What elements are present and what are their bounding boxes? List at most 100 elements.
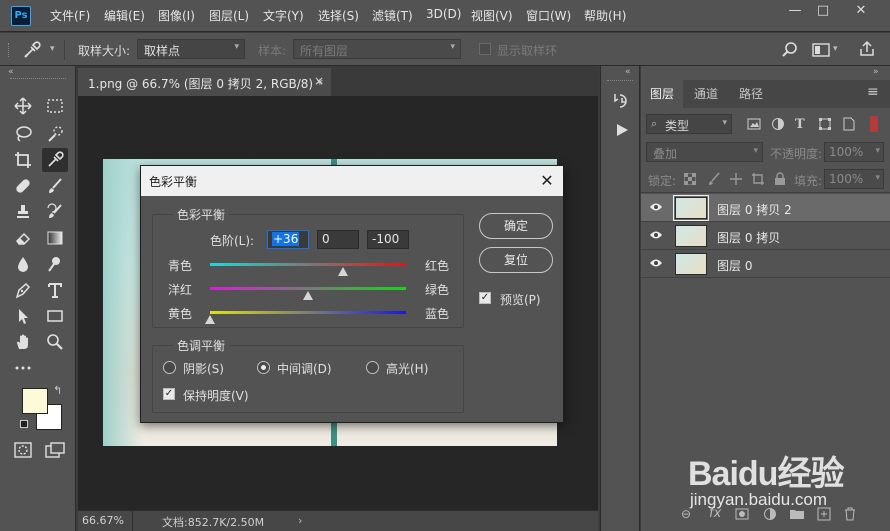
status-menu-arrow-icon[interactable]: › (298, 514, 302, 527)
menu-help[interactable]: 帮助(H) (584, 7, 626, 24)
visibility-eye-icon[interactable] (649, 201, 663, 213)
move-tool-icon[interactable] (10, 94, 36, 118)
layer-row[interactable]: 图层 0 拷贝 2 (641, 194, 890, 222)
visibility-eye-icon[interactable] (649, 257, 663, 269)
options-grip[interactable] (8, 43, 11, 57)
type-tool-icon[interactable] (42, 278, 68, 302)
blend-mode-select[interactable]: 叠加 ▾ (646, 142, 763, 162)
layer-filter-select[interactable]: ⌕ 类型 ▾ (646, 114, 732, 134)
cyan-red-slider[interactable] (210, 263, 406, 266)
blur-tool-icon[interactable] (10, 252, 36, 276)
visibility-eye-icon[interactable] (649, 229, 663, 241)
menu-layer[interactable]: 图层(L) (209, 7, 249, 24)
rectangle-tool-icon[interactable] (42, 304, 68, 328)
menu-edit[interactable]: 编辑(E) (104, 7, 145, 24)
more-tools-icon[interactable] (10, 356, 36, 380)
dock-grip[interactable] (607, 80, 633, 81)
preset-chevron-down-icon[interactable]: ▾ (50, 44, 55, 54)
collapse-toolbar-icon[interactable]: « (8, 67, 14, 77)
menu-type[interactable]: 文字(Y) (263, 7, 304, 24)
lock-all-icon[interactable] (774, 172, 786, 186)
fill-input[interactable]: 100% ▾ (824, 169, 884, 189)
marquee-tool-icon[interactable] (42, 94, 68, 118)
menu-select[interactable]: 选择(S) (318, 7, 359, 24)
search-icon[interactable] (781, 41, 799, 59)
tab-channels[interactable]: 通道 (694, 85, 718, 107)
menu-window[interactable]: 窗口(W) (526, 7, 571, 24)
close-window-button[interactable]: ✕ (846, 0, 876, 22)
highlights-label[interactable]: 高光(H) (386, 360, 428, 377)
clone-stamp-tool-icon[interactable] (10, 200, 36, 224)
filter-pixel-icon[interactable] (747, 118, 761, 130)
layer-name[interactable]: 图层 0 (717, 257, 752, 274)
level-yellow-blue-input[interactable]: -100 (367, 230, 409, 249)
actions-panel-icon[interactable] (614, 122, 630, 138)
document-tab[interactable]: 1.png @ 66.7% (图层 0 拷贝 2, RGB/8) * × (78, 68, 331, 96)
collapse-dock-icon[interactable]: « (625, 67, 631, 77)
history-panel-icon[interactable] (612, 92, 630, 110)
dialog-titlebar[interactable]: 色彩平衡 ✕ (141, 166, 563, 196)
midtones-radio[interactable] (257, 361, 270, 374)
preview-label[interactable]: 预览(P) (500, 291, 541, 308)
menu-view[interactable]: 视图(V) (471, 7, 513, 24)
workspace-chevron-down-icon[interactable]: ▾ (833, 44, 838, 54)
quick-selection-tool-icon[interactable] (42, 122, 68, 146)
pen-tool-icon[interactable] (10, 278, 36, 302)
healing-brush-tool-icon[interactable] (10, 174, 36, 198)
filter-smart-object-icon[interactable] (842, 117, 856, 131)
tab-layers[interactable]: 图层 (650, 85, 675, 107)
lock-position-icon[interactable] (729, 172, 743, 186)
ok-button[interactable]: 确定 (479, 213, 553, 239)
lasso-tool-icon[interactable] (10, 122, 36, 146)
quick-mask-icon[interactable] (14, 442, 32, 458)
tab-paths[interactable]: 路径 (739, 85, 763, 107)
zoom-tool-icon[interactable] (42, 330, 68, 354)
path-selection-tool-icon[interactable] (10, 304, 36, 328)
filter-toggle-icon[interactable] (870, 116, 878, 132)
midtones-label[interactable]: 中间调(D) (277, 360, 332, 377)
preserve-luminosity-checkbox[interactable]: ✓ (163, 388, 175, 400)
reset-button[interactable]: 复位 (479, 247, 553, 273)
filter-type-icon[interactable]: T (795, 117, 805, 132)
shadows-radio[interactable] (163, 361, 176, 374)
screen-mode-icon[interactable] (45, 442, 65, 458)
workspace-icon[interactable] (812, 42, 830, 58)
zoom-level[interactable]: 66.67% (82, 514, 124, 527)
history-brush-tool-icon[interactable] (42, 200, 68, 224)
menu-3d[interactable]: 3D(D) (426, 7, 461, 21)
lock-image-icon[interactable] (707, 172, 721, 186)
menu-image[interactable]: 图像(I) (158, 7, 195, 24)
lock-artboard-icon[interactable] (751, 172, 765, 186)
yellow-blue-slider[interactable] (210, 311, 406, 314)
gradient-tool-icon[interactable] (42, 226, 68, 250)
yellow-blue-slider-knob[interactable] (205, 315, 215, 324)
layer-name[interactable]: 图层 0 拷贝 2 (717, 201, 792, 218)
hand-tool-icon[interactable] (10, 330, 36, 354)
eraser-tool-icon[interactable] (10, 226, 36, 250)
layer-row[interactable]: 图层 0 拷贝 (641, 222, 890, 250)
toolbar-grip[interactable] (10, 78, 66, 79)
magenta-green-slider-knob[interactable] (303, 291, 313, 300)
shadows-label[interactable]: 阴影(S) (183, 360, 224, 377)
level-magenta-green-input[interactable]: 0 (317, 230, 359, 249)
sample-size-select[interactable]: 取样点 ▾ (137, 39, 245, 59)
panel-menu-icon[interactable]: ≡ (867, 84, 879, 100)
opacity-input[interactable]: 100% ▾ (824, 142, 884, 162)
eyedropper-tool-icon[interactable] (42, 148, 68, 172)
share-icon[interactable] (858, 40, 876, 58)
filter-shape-icon[interactable] (818, 117, 832, 131)
swap-colors-icon[interactable]: ↰ (53, 384, 62, 397)
close-icon[interactable]: ✕ (537, 171, 557, 191)
layer-name[interactable]: 图层 0 拷贝 (717, 229, 780, 246)
foreground-color-swatch[interactable] (22, 388, 48, 414)
magenta-green-slider[interactable] (210, 287, 406, 290)
menu-file[interactable]: 文件(F) (50, 7, 90, 24)
highlights-radio[interactable] (366, 361, 379, 374)
crop-tool-icon[interactable] (10, 148, 36, 172)
close-document-icon[interactable]: × (314, 74, 324, 88)
preview-checkbox[interactable]: ✓ (479, 292, 491, 304)
default-colors-icon[interactable] (20, 420, 28, 428)
filter-adjustment-icon[interactable] (771, 117, 785, 131)
minimize-button[interactable]: — (780, 0, 810, 22)
level-cyan-red-input[interactable]: +36 (267, 230, 309, 249)
